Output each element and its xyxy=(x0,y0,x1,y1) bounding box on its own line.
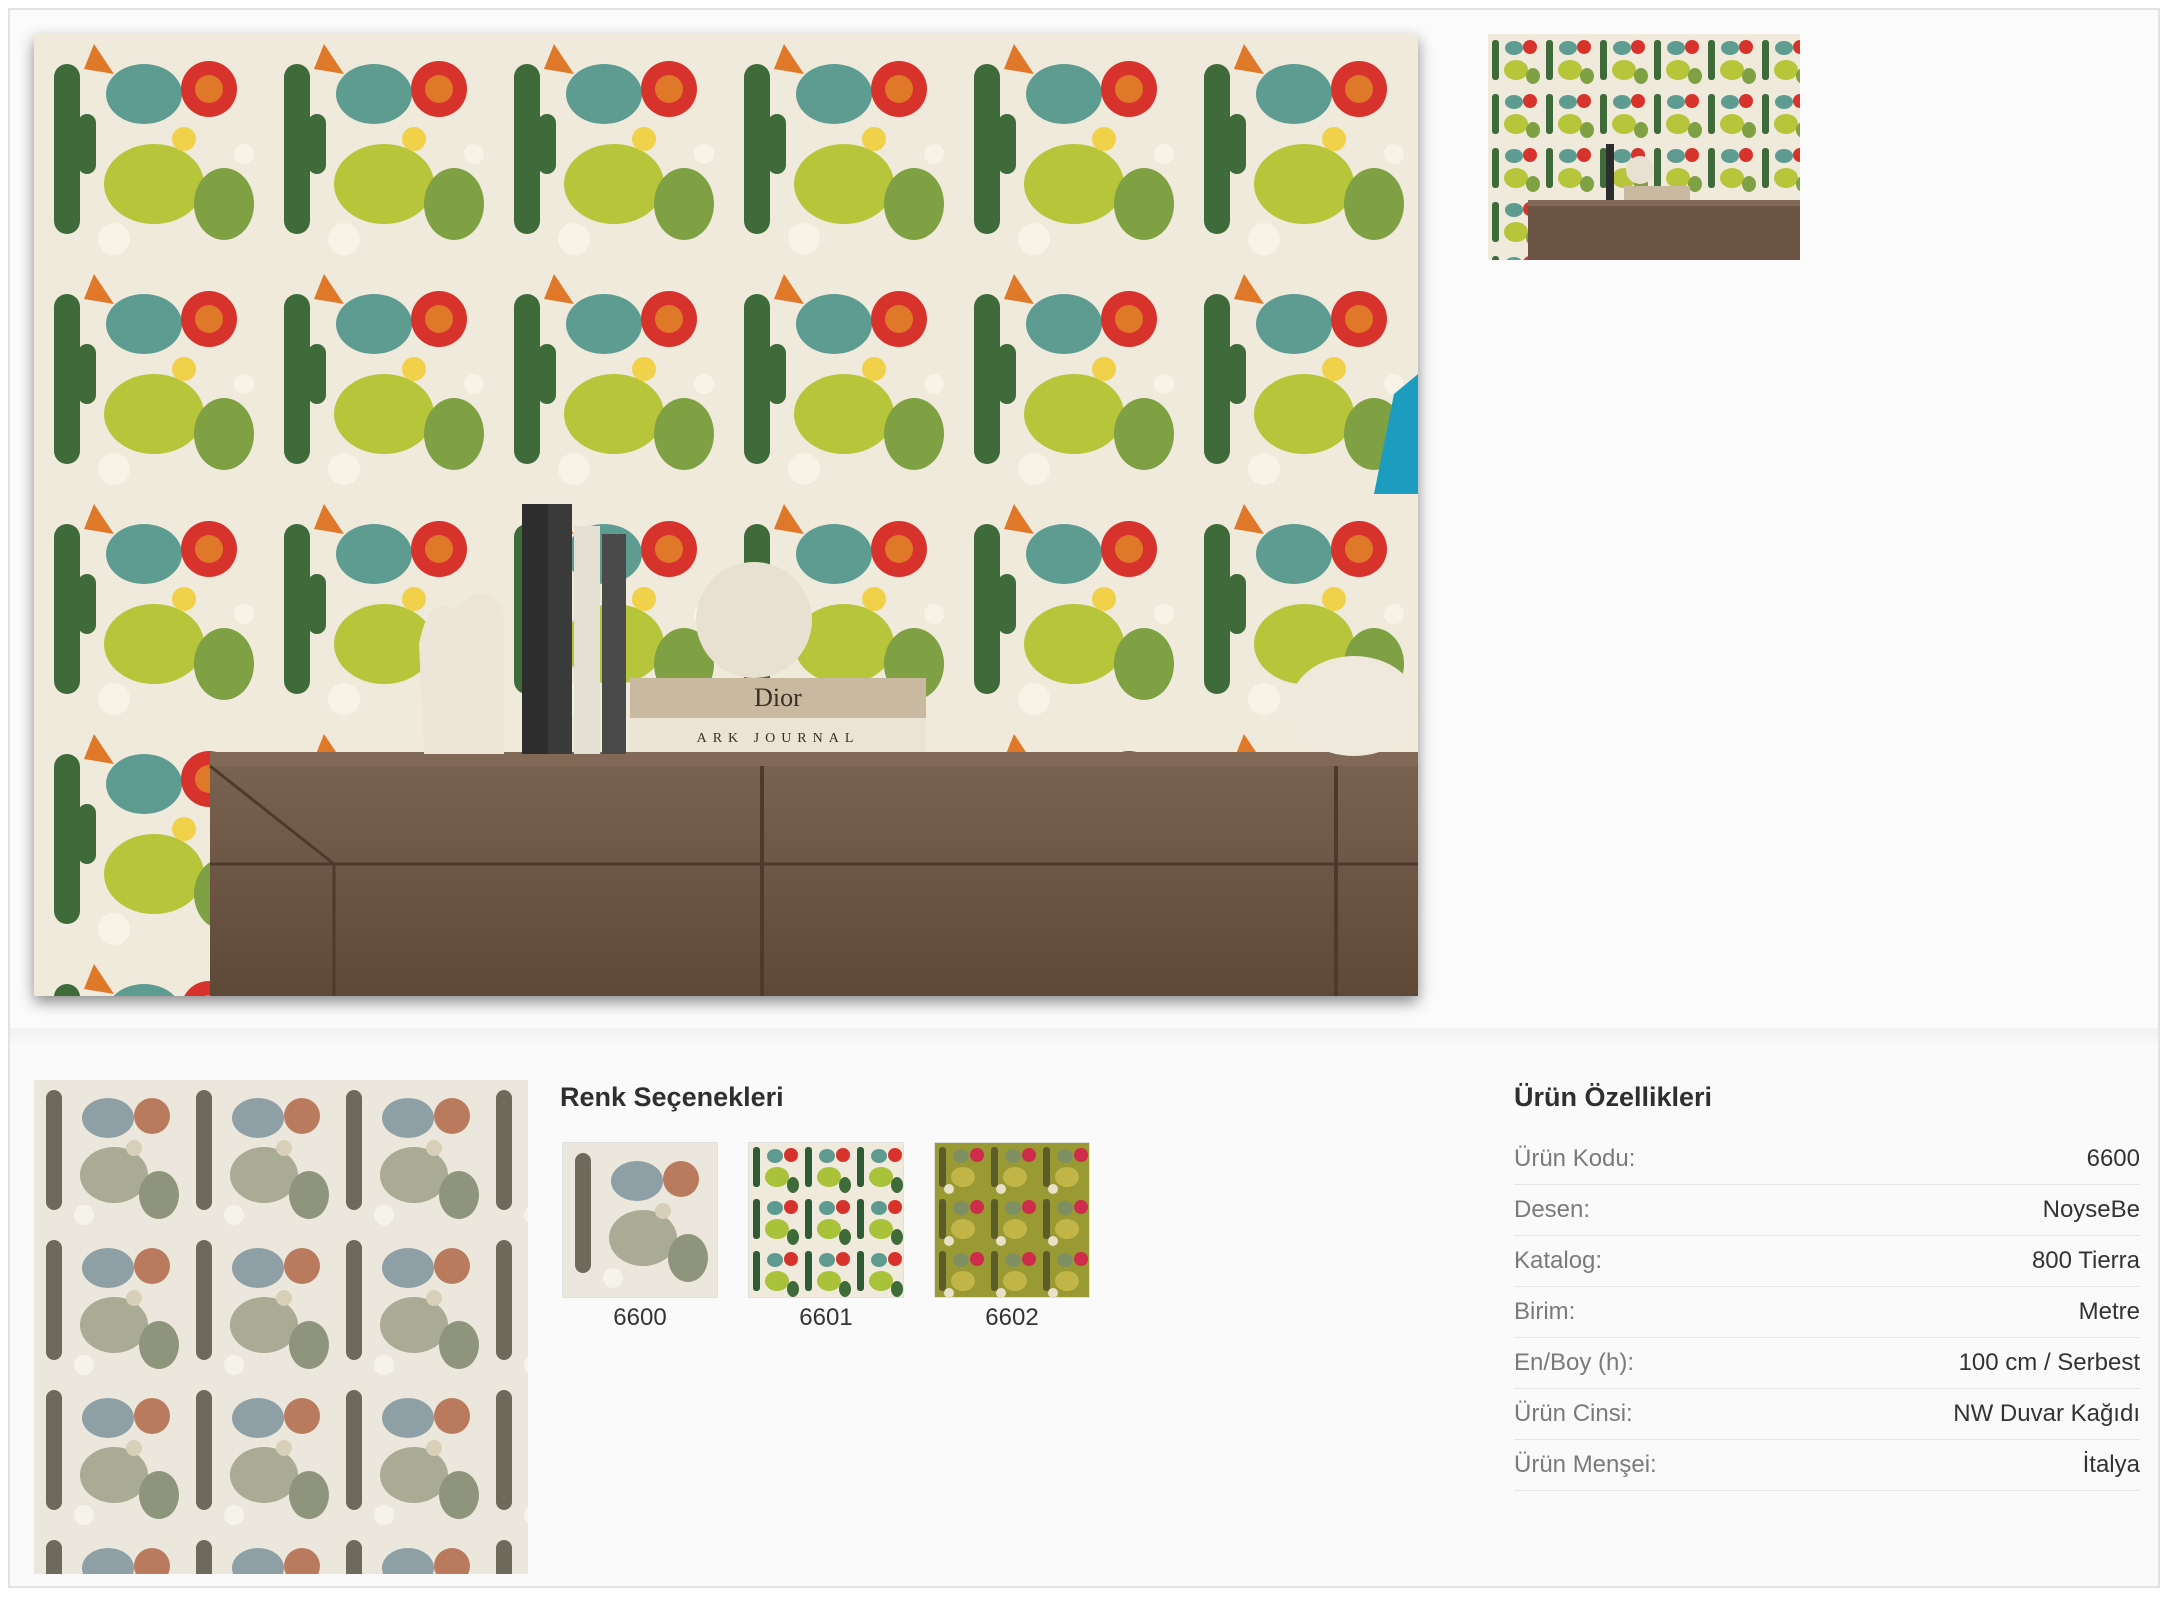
color-code-label: 6602 xyxy=(985,1304,1039,1331)
prop-value: 100 cm / Serbest xyxy=(1958,1349,2140,1376)
swatch-pattern xyxy=(34,1080,528,1574)
room-scene: Dior ARK JOURNAL xyxy=(34,34,1418,996)
prop-row-catalog: Katalog: 800 Tierra xyxy=(1514,1236,2140,1287)
prop-value: NoyseBe xyxy=(2042,1196,2140,1223)
color-options-title: Renk Seçenekleri xyxy=(560,1082,784,1112)
product-properties-table: Ürün Kodu: 6600 Desen: NoyseBe Katalog: … xyxy=(1514,1134,2140,1491)
prop-label: Birim: xyxy=(1514,1298,1576,1325)
book-title: Dior xyxy=(754,683,802,712)
prop-row-unit: Birim: Metre xyxy=(1514,1287,2140,1338)
prop-value: NW Duvar Kağıdı xyxy=(1953,1400,2140,1427)
color-options-list: 6600 6601 6602 xyxy=(562,1142,1090,1332)
product-properties-title: Ürün Özellikleri xyxy=(1514,1082,1713,1112)
prop-label: Katalog: xyxy=(1514,1247,1603,1274)
color-code-label: 6600 xyxy=(613,1304,667,1331)
prop-row-pattern: Desen: NoyseBe xyxy=(1514,1185,2140,1236)
color-swatch-thumbnail[interactable] xyxy=(562,1142,718,1298)
gallery-thumbnail[interactable] xyxy=(1488,34,1800,260)
section-divider xyxy=(10,1028,2158,1044)
prop-value: 800 Tierra xyxy=(2031,1247,2140,1274)
main-product-image[interactable]: Dior ARK JOURNAL xyxy=(34,34,1418,996)
product-page: Dior ARK JOURNAL Renk Seçenekleri 6600 6… xyxy=(8,8,2160,1588)
prop-label: Ürün Menşei: xyxy=(1514,1451,1657,1478)
prop-label: Ürün Kodu: xyxy=(1514,1145,1636,1172)
prop-row-product-type: Ürün Cinsi: NW Duvar Kağıdı xyxy=(1514,1389,2140,1440)
book-subtitle: ARK JOURNAL xyxy=(697,731,860,746)
prop-label: Desen: xyxy=(1514,1196,1591,1223)
thumbnail-scene xyxy=(1488,34,1800,260)
color-option-6601[interactable]: 6601 xyxy=(748,1142,904,1332)
color-swatch-thumbnail[interactable] xyxy=(934,1142,1090,1298)
color-swatch-thumbnail[interactable] xyxy=(748,1142,904,1298)
color-option-6600[interactable]: 6600 xyxy=(562,1142,718,1332)
prop-row-origin: Ürün Menşei: İtalya xyxy=(1514,1440,2140,1491)
color-code-label: 6601 xyxy=(799,1304,853,1331)
color-option-6602[interactable]: 6602 xyxy=(934,1142,1090,1332)
prop-label: Ürün Cinsi: xyxy=(1514,1400,1633,1427)
prop-row-product-code: Ürün Kodu: 6600 xyxy=(1514,1134,2140,1185)
prop-label: En/Boy (h): xyxy=(1514,1349,1635,1376)
prop-row-dimensions: En/Boy (h): 100 cm / Serbest xyxy=(1514,1338,2140,1389)
prop-value: 6600 xyxy=(2086,1145,2140,1172)
product-swatch-large[interactable] xyxy=(34,1080,528,1574)
prop-value: İtalya xyxy=(2082,1451,2140,1478)
prop-value: Metre xyxy=(2078,1298,2140,1325)
